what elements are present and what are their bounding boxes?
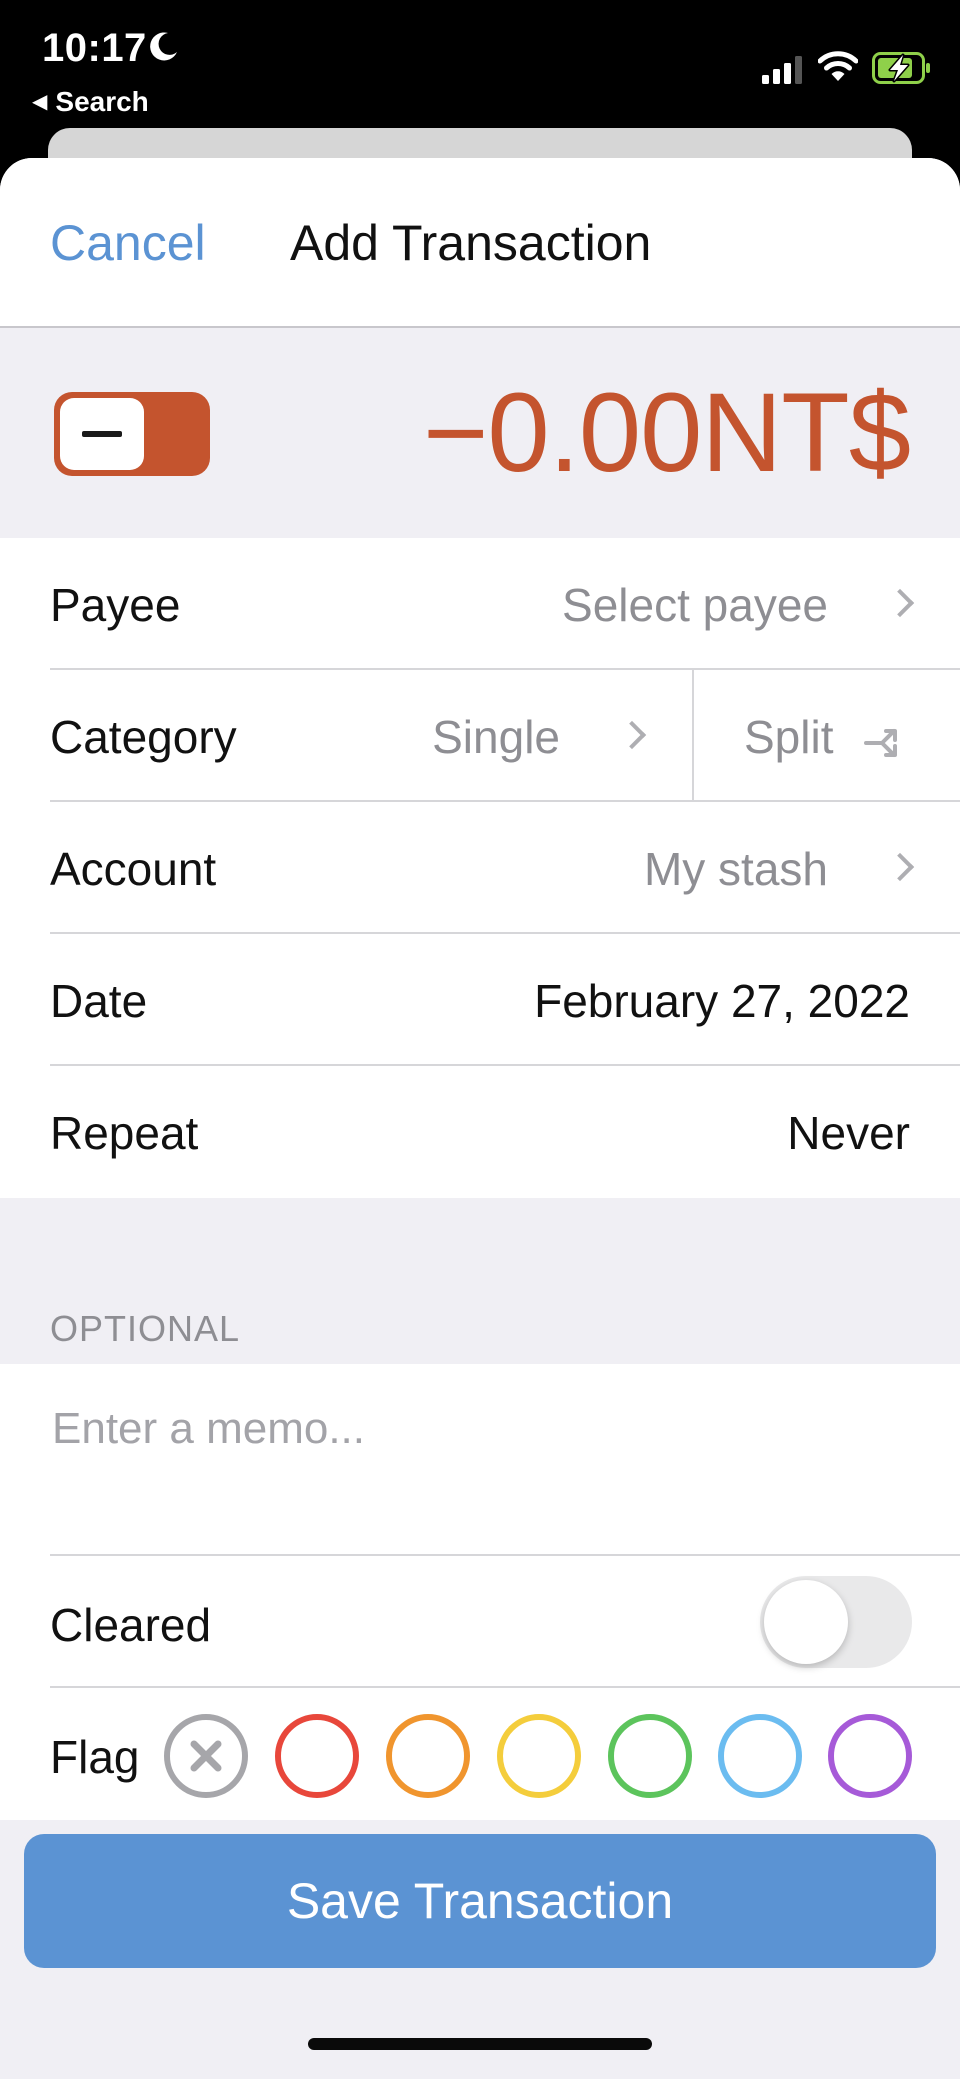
home-indicator [308, 2038, 652, 2050]
flag-yellow-button[interactable] [497, 1714, 581, 1798]
category-divider [692, 670, 694, 802]
flag-blue-button[interactable] [718, 1714, 802, 1798]
payee-row[interactable]: Payee Select payee [0, 538, 960, 670]
flag-orange-button[interactable] [386, 1714, 470, 1798]
flag-green-button[interactable] [608, 1714, 692, 1798]
account-row[interactable]: Account My stash [0, 802, 960, 934]
category-value: Single [432, 711, 560, 763]
cleared-label: Cleared [50, 1599, 212, 1651]
close-icon [190, 1740, 222, 1772]
date-label: Date [50, 975, 148, 1027]
moon-icon [150, 32, 177, 61]
amount-display[interactable]: −0.00NT$ [423, 368, 911, 497]
status-bar: 10:17 ◀ Search [0, 0, 960, 130]
cleared-toggle[interactable] [760, 1576, 912, 1668]
account-value: My stash [643, 843, 828, 895]
flag-row: Flag [0, 1688, 960, 1820]
flag-purple-button[interactable] [828, 1714, 912, 1798]
split-arrows-icon [864, 729, 897, 757]
cancel-button[interactable]: Cancel [50, 214, 206, 272]
repeat-row[interactable]: Repeat Never [0, 1066, 960, 1198]
toggle-thumb [764, 1580, 848, 1664]
cellular-signal-icon [762, 56, 802, 84]
repeat-value: Never [787, 1107, 910, 1159]
cleared-row: Cleared [0, 1556, 960, 1688]
sign-toggle[interactable] [54, 392, 210, 476]
optional-section-header: OPTIONAL [50, 1308, 241, 1349]
back-search-label: Search [55, 86, 149, 117]
wifi-icon [818, 51, 858, 81]
chevron-right-icon [617, 720, 647, 750]
chevron-right-icon [885, 588, 915, 618]
chevron-right-icon [885, 852, 915, 882]
status-time: 10:17 [42, 26, 147, 70]
nav-bar: Cancel Add Transaction [0, 158, 960, 328]
transaction-fields: Payee Select payee Category Single Split… [0, 538, 960, 1198]
account-label: Account [50, 843, 217, 895]
memo-placeholder: Enter a memo... [52, 1404, 366, 1453]
category-row: Category Single Split [0, 670, 960, 802]
optional-fields: Enter a memo... Cleared Flag [0, 1364, 960, 1820]
payee-label: Payee [50, 579, 181, 631]
amount-section: −0.00NT$ [0, 330, 960, 538]
flag-none-button[interactable] [164, 1714, 248, 1798]
flag-label: Flag [50, 1731, 140, 1783]
split-button[interactable]: Split [744, 710, 833, 764]
date-value: February 27, 2022 [534, 975, 910, 1027]
payee-value: Select payee [562, 579, 828, 631]
category-label: Category [50, 711, 237, 763]
save-transaction-button[interactable]: Save Transaction [24, 1834, 936, 1968]
back-to-search-link[interactable]: ◀ Search [32, 86, 149, 118]
battery-charging-icon [872, 52, 930, 84]
minus-icon [60, 398, 144, 470]
repeat-label: Repeat [50, 1107, 199, 1159]
page-title: Add Transaction [290, 215, 652, 271]
add-transaction-sheet: Cancel Add Transaction −0.00NT$ Payee Se… [0, 158, 960, 2079]
memo-field[interactable]: Enter a memo... [0, 1364, 960, 1556]
back-triangle-icon: ◀ [32, 91, 48, 113]
date-row[interactable]: Date February 27, 2022 [0, 934, 960, 1066]
category-single-button[interactable]: Single [432, 710, 647, 764]
flag-red-button[interactable] [275, 1714, 359, 1798]
